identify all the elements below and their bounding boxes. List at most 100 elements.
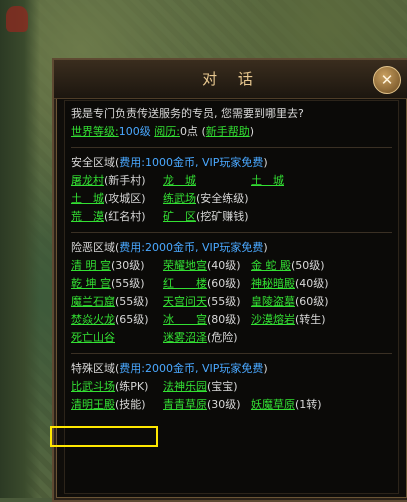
destination-link[interactable]: 死亡山谷: [71, 331, 115, 344]
section-fee: 费用:2000金币, VIP玩家免费: [119, 362, 264, 375]
dialog-titlebar[interactable]: 对 话 ✕: [54, 60, 407, 99]
destination-item: 屠龙村(新手村): [71, 172, 146, 190]
destination-note: (60级): [295, 295, 329, 308]
section-heading: 安全区域(费用:1000金币, VIP玩家免费): [71, 154, 392, 172]
destination-item: 清明王殿(技能): [71, 396, 146, 414]
history-value: 0点: [179, 125, 198, 138]
destination-note: (转生): [295, 313, 326, 326]
history-link[interactable]: 阅历:: [154, 125, 180, 138]
destination-note: (40级): [295, 277, 329, 290]
close-icon[interactable]: ✕: [373, 66, 401, 94]
destination-link[interactable]: 皇陵盗墓: [251, 295, 295, 308]
section-divider: [71, 232, 392, 233]
destination-note: (30级): [111, 259, 145, 272]
destination-item: 冰 宫(80级): [163, 311, 241, 329]
section-name: 安全区域(: [71, 156, 120, 169]
section-heading-close: ): [263, 362, 268, 375]
destination-row: 魔兰石窟(55级) 天宫问天(55级) 皇陵盗墓(60级): [71, 293, 392, 311]
section-name: 险恶区域(: [71, 241, 120, 254]
destination-note: (新手村): [104, 174, 146, 187]
world-tree-edge: [0, 0, 40, 498]
destination-row: 乾 坤 宫(55级) 红 楼(60级) 神秘暗殿(40级): [71, 275, 392, 293]
destination-item: 龙 城: [163, 172, 196, 190]
destination-link[interactable]: 魔兰石窟: [71, 295, 115, 308]
destination-link[interactable]: 矿 区: [163, 210, 196, 223]
destination-link[interactable]: 土 城: [71, 192, 104, 205]
destination-link[interactable]: 神秘暗殿: [251, 277, 295, 290]
destination-note: (1转): [295, 398, 322, 411]
world-character: [6, 6, 28, 32]
destination-link[interactable]: 冰 宫: [163, 313, 207, 326]
destination-item: 土 城(攻城区): [71, 190, 146, 208]
destination-item: 死亡山谷: [71, 329, 115, 347]
destination-note: (攻城区): [104, 192, 146, 205]
section-divider: [71, 147, 392, 148]
destination-link[interactable]: 红 楼: [163, 277, 207, 290]
section-heading: 险恶区域(费用:2000金币, VIP玩家免费): [71, 239, 392, 257]
destination-note: (65级): [115, 313, 149, 326]
section-fee: 费用:1000金币, VIP玩家免费: [119, 156, 264, 169]
destination-note: (55级): [115, 295, 149, 308]
destination-item: 天宫问天(55级): [163, 293, 241, 311]
destination-row: 土 城(攻城区) 练武场(安全练级): [71, 190, 392, 208]
destination-link[interactable]: 焚焱火龙: [71, 313, 115, 326]
destination-note: (练PK): [115, 380, 149, 393]
destination-row: 屠龙村(新手村) 龙 城 土 城: [71, 172, 392, 190]
destination-link[interactable]: 土 城: [251, 174, 284, 187]
destination-note: (40级): [207, 259, 241, 272]
destination-note: (危险): [207, 331, 238, 344]
destination-link[interactable]: 金 蛇 殿: [251, 259, 291, 272]
destination-item: 练武场(安全练级): [163, 190, 249, 208]
destination-item: 焚焱火龙(65级): [71, 311, 149, 329]
destination-link[interactable]: 青青草原: [163, 398, 207, 411]
destination-row: 比武斗场(练PK) 法神乐园(宝宝): [71, 378, 392, 396]
help-link[interactable]: 新手帮助: [206, 125, 250, 138]
destination-row: 清明王殿(技能) 青青草原(30级) 妖魔草原(1转): [71, 396, 392, 414]
destination-item: 魔兰石窟(55级): [71, 293, 149, 311]
dialog-title: 对 话: [202, 70, 261, 88]
npc-dialog: 对 话 ✕ 我是专门负责传送服务的专员, 您需要到哪里去? 世界等级:100级 …: [50, 58, 407, 502]
destination-note: (30级): [207, 398, 241, 411]
destination-row: 清 明 宫(30级) 荣耀地宫(40级) 金 蛇 殿(50级): [71, 257, 392, 275]
destination-link[interactable]: 比武斗场: [71, 380, 115, 393]
destination-item: 比武斗场(练PK): [71, 378, 148, 396]
destination-link[interactable]: 妖魔草原: [251, 398, 295, 411]
destination-item: 迷雾沼泽(危险): [163, 329, 238, 347]
destination-note: (55级): [111, 277, 145, 290]
destination-item: 沙漠熔岩(转生): [251, 311, 326, 329]
section-heading: 特殊区域(费用:2000金币, VIP玩家免费): [71, 360, 392, 378]
dialog-content: 我是专门负责传送服务的专员, 您需要到哪里去? 世界等级:100级 阅历:0点 …: [64, 100, 399, 494]
destination-note: (宝宝): [207, 380, 238, 393]
destination-link[interactable]: 清 明 宫: [71, 259, 111, 272]
destination-link[interactable]: 屠龙村: [71, 174, 104, 187]
destination-link[interactable]: 迷雾沼泽: [163, 331, 207, 344]
destination-item: 金 蛇 殿(50级): [251, 257, 325, 275]
destination-row: 死亡山谷 迷雾沼泽(危险): [71, 329, 392, 347]
destination-link[interactable]: 天宫问天: [163, 295, 207, 308]
destination-link[interactable]: 龙 城: [163, 174, 196, 187]
status-line: 世界等级:100级 阅历:0点 (新手帮助): [71, 125, 255, 138]
destination-item: 红 楼(60级): [163, 275, 241, 293]
destination-link[interactable]: 荣耀地宫: [163, 259, 207, 272]
destination-link[interactable]: 练武场: [163, 192, 196, 205]
npc-intro: 我是专门负责传送服务的专员, 您需要到哪里去?: [71, 107, 304, 120]
destination-item: 法神乐园(宝宝): [163, 378, 238, 396]
destination-item: 清 明 宫(30级): [71, 257, 145, 275]
section-name: 特殊区域(: [71, 362, 120, 375]
destination-link[interactable]: 沙漠熔岩: [251, 313, 295, 326]
destination-link[interactable]: 荒 漠: [71, 210, 104, 223]
destination-link[interactable]: 乾 坤 宫: [71, 277, 111, 290]
destination-item: 荣耀地宫(40级): [163, 257, 241, 275]
destination-item: 土 城: [251, 172, 284, 190]
destination-note: (挖矿赚钱): [196, 210, 249, 223]
destination-note: (红名村): [104, 210, 146, 223]
section-divider: [71, 353, 392, 354]
world-level-link[interactable]: 世界等级:: [71, 125, 119, 138]
destination-link[interactable]: 清明王殿: [71, 398, 115, 411]
destination-item: 青青草原(30级): [163, 396, 241, 414]
section-fee: 费用:2000金币, VIP玩家免费: [119, 241, 264, 254]
destination-row: 荒 漠(红名村) 矿 区(挖矿赚钱): [71, 208, 392, 226]
destination-note: (安全练级): [196, 192, 249, 205]
destination-item: 神秘暗殿(40级): [251, 275, 329, 293]
destination-link[interactable]: 法神乐园: [163, 380, 207, 393]
